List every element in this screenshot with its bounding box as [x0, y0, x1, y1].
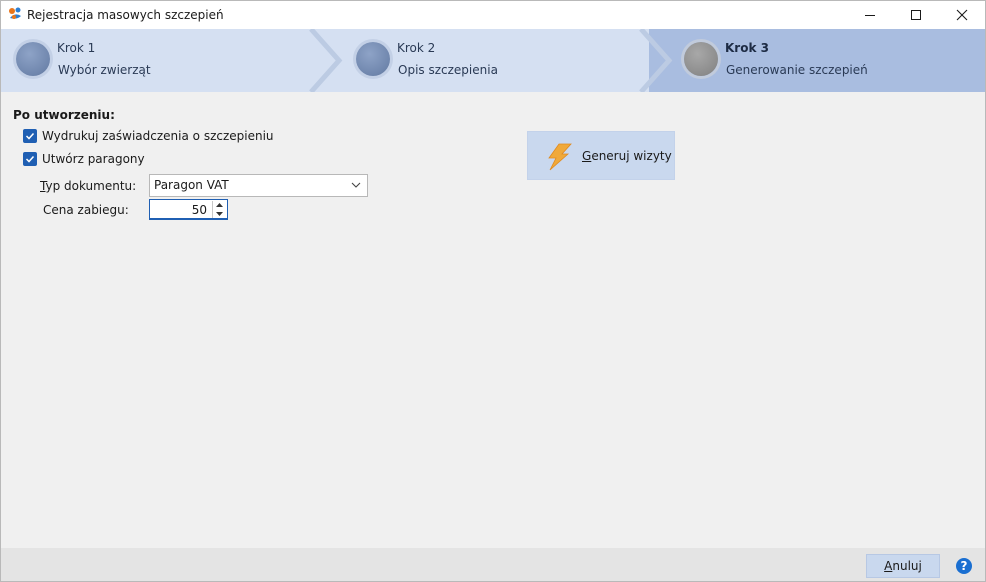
step-1-description: Wybór zwierząt: [58, 63, 151, 77]
create-receipts-checkbox[interactable]: [23, 152, 37, 166]
minimize-button[interactable]: [847, 1, 893, 29]
triangle-down-icon: [216, 212, 223, 216]
spin-down-button[interactable]: [213, 210, 226, 218]
price-spinner: [212, 201, 226, 218]
checkmark-icon: [25, 155, 35, 163]
generate-visits-button[interactable]: Generuj wizyty: [527, 131, 675, 180]
step-2-number: Krok 2: [397, 41, 436, 55]
step-1: Krok 1 Wybór zwierząt: [1, 29, 321, 92]
step-1-indicator-icon: [16, 42, 50, 76]
document-type-value: Paragon VAT: [154, 178, 229, 192]
generate-visits-label: Generuj wizyty: [582, 149, 672, 163]
cancel-button[interactable]: Anuluj: [866, 554, 940, 578]
dialog-window: Rejestracja masowych szczepień Krok 1 Wy…: [0, 0, 986, 582]
print-certificates-checkbox[interactable]: [23, 129, 37, 143]
create-receipts-option[interactable]: Utwórz paragony: [23, 151, 145, 167]
close-button[interactable]: [939, 1, 985, 29]
chevron-down-icon: [351, 182, 361, 188]
generate-visits-text: eneruj wizyty: [591, 149, 672, 163]
help-icon[interactable]: ?: [956, 558, 972, 574]
app-logo-icon: [9, 7, 21, 19]
print-certificates-label: Wydrukuj zaświadczenia o szczepieniu: [42, 129, 274, 143]
title-bar: Rejestracja masowych szczepień: [1, 1, 985, 29]
create-receipts-label: Utwórz paragony: [42, 152, 145, 166]
lightning-icon: [548, 143, 572, 171]
checkmark-icon: [25, 132, 35, 140]
step-3-number: Krok 3: [725, 41, 769, 55]
step-3-indicator-icon: [684, 42, 718, 76]
cancel-accesskey: A: [884, 559, 893, 573]
maximize-icon: [911, 10, 921, 20]
price-label: Cena zabiegu:: [43, 203, 129, 217]
step-2-description: Opis szczepienia: [398, 63, 498, 77]
wizard-steps: Krok 1 Wybór zwierząt Krok 2 Opis szczep…: [1, 29, 985, 92]
close-icon: [956, 9, 968, 21]
step-2: Krok 2 Opis szczepienia: [321, 29, 641, 92]
maximize-button[interactable]: [893, 1, 939, 29]
document-type-select[interactable]: Paragon VAT: [149, 174, 368, 197]
document-type-label-text: yp dokumentu:: [45, 179, 137, 193]
price-value: 50: [191, 203, 207, 217]
generate-visits-accesskey: G: [582, 149, 592, 163]
window-title: Rejestracja masowych szczepień: [27, 8, 224, 22]
footer-bar: Anuluj ?: [1, 548, 985, 581]
spin-up-button[interactable]: [213, 201, 226, 209]
print-certificates-option[interactable]: Wydrukuj zaświadczenia o szczepieniu: [23, 128, 274, 144]
after-creation-heading: Po utworzeniu:: [13, 108, 115, 122]
price-input[interactable]: 50: [149, 199, 228, 220]
step-3-description: Generowanie szczepień: [726, 63, 868, 77]
step-2-indicator-icon: [356, 42, 390, 76]
cancel-label: nuluj: [892, 559, 922, 573]
step-1-number: Krok 1: [57, 41, 96, 55]
triangle-up-icon: [216, 203, 223, 207]
document-type-label: Typ dokumentu:: [40, 179, 136, 193]
minimize-icon: [865, 15, 875, 16]
step-3: Krok 3 Generowanie szczepień: [649, 29, 985, 92]
